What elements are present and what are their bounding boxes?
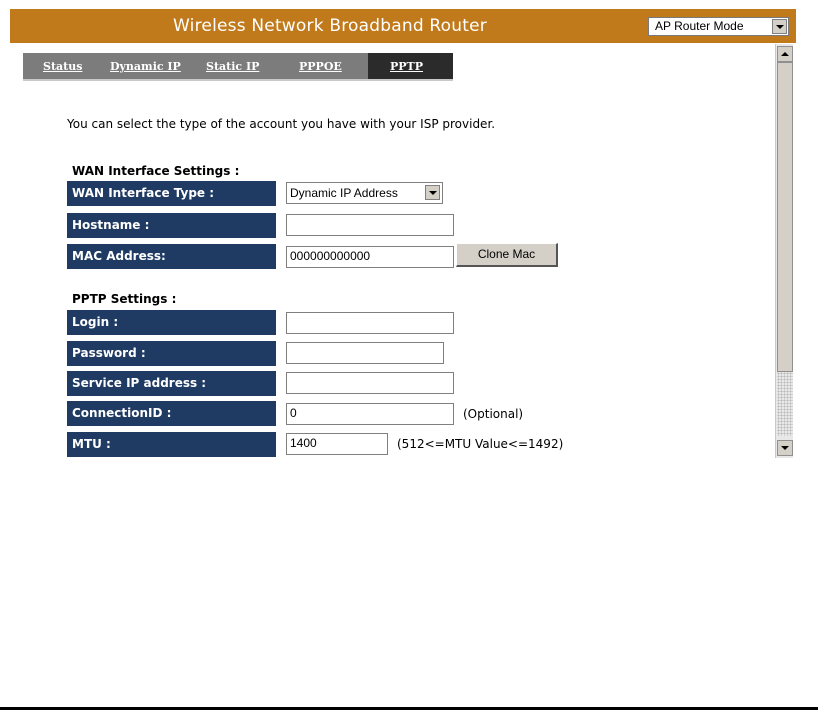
vertical-scrollbar[interactable] — [775, 44, 793, 458]
header-bar: Wireless Network Broadband Router AP Rou… — [10, 9, 796, 43]
password-label: Password : — [67, 341, 276, 366]
chevron-down-icon[interactable] — [425, 185, 440, 200]
pptp-section-title: PPTP Settings : — [72, 292, 177, 306]
router-mode-value: AP Router Mode — [655, 19, 744, 33]
mtu-note: (512<=MTU Value<=1492) — [397, 437, 564, 451]
intro-text: You can select the type of the account y… — [67, 117, 496, 131]
tab-divider — [23, 79, 453, 81]
wan-type-value: Dynamic IP Address — [290, 186, 398, 200]
login-label: Login : — [67, 310, 276, 335]
wan-type-select[interactable]: Dynamic IP Address — [286, 182, 443, 204]
tab-pppoe[interactable]: PPPOE — [299, 53, 342, 79]
tab-status[interactable]: Status — [43, 53, 82, 79]
tab-dynamic-ip[interactable]: Dynamic IP — [110, 53, 181, 79]
chevron-down-icon[interactable] — [772, 19, 787, 34]
mac-address-input[interactable]: 000000000000 — [286, 246, 454, 268]
router-mode-select[interactable]: AP Router Mode — [648, 17, 789, 36]
service-ip-input[interactable] — [286, 372, 454, 394]
clone-mac-button[interactable]: Clone Mac — [456, 243, 558, 267]
page-divider — [0, 707, 818, 710]
page-title: Wireless Network Broadband Router — [173, 16, 487, 36]
wan-type-label: WAN Interface Type : — [67, 181, 276, 206]
tab-bar: Status Dynamic IP Static IP PPPOE PPTP — [23, 53, 453, 79]
hostname-input[interactable] — [286, 214, 454, 236]
connection-id-label: ConnectionID : — [67, 401, 276, 426]
wan-section-title: WAN Interface Settings : — [72, 164, 240, 178]
password-input[interactable] — [286, 342, 444, 364]
scroll-up-icon[interactable] — [777, 46, 793, 62]
tab-pptp[interactable]: PPTP — [368, 53, 453, 79]
connection-id-note: (Optional) — [463, 407, 524, 421]
mtu-label: MTU : — [67, 432, 276, 457]
scroll-track[interactable] — [777, 372, 793, 436]
hostname-label: Hostname : — [67, 213, 276, 238]
scroll-thumb[interactable] — [777, 62, 793, 372]
tab-static-ip[interactable]: Static IP — [206, 53, 259, 79]
service-ip-label: Service IP address : — [67, 371, 276, 396]
scroll-down-icon[interactable] — [777, 440, 793, 456]
connection-id-input[interactable]: 0 — [286, 403, 454, 425]
login-input[interactable] — [286, 312, 454, 334]
mac-address-label: MAC Address: — [67, 244, 276, 269]
mtu-input[interactable]: 1400 — [286, 433, 388, 455]
